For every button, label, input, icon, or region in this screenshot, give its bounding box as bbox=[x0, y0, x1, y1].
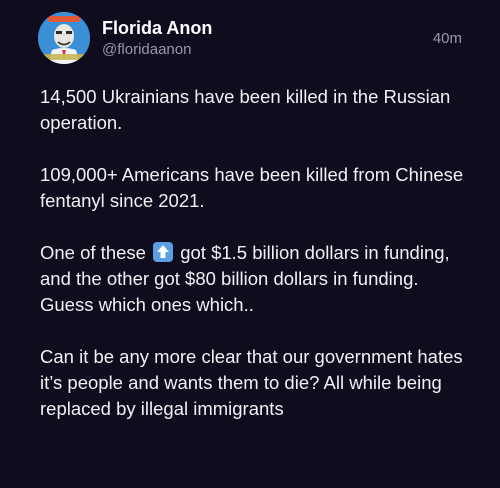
avatar[interactable] bbox=[38, 12, 90, 64]
author-name[interactable]: Florida Anon bbox=[102, 18, 212, 39]
post-timestamp: 40m bbox=[432, 30, 462, 47]
post-paragraph: One of these got $1.5 billion dollars in… bbox=[40, 240, 470, 318]
author-handle[interactable]: @floridaanon bbox=[102, 41, 191, 58]
cartoon-man-avatar-icon bbox=[38, 12, 90, 64]
paragraph-text: One of these bbox=[40, 242, 152, 263]
social-post: Florida Anon @floridaanon 40m 14,500 Ukr… bbox=[0, 0, 500, 488]
post-paragraph: Can it be any more clear that our govern… bbox=[40, 346, 463, 419]
post-body: 14,500 Ukrainians have been killed in th… bbox=[40, 84, 470, 422]
post-paragraph: 109,000+ Americans have been killed from… bbox=[40, 164, 464, 211]
up-arrow-emoji-icon bbox=[153, 242, 174, 262]
post-paragraph: 14,500 Ukrainians have been killed in th… bbox=[40, 86, 451, 133]
